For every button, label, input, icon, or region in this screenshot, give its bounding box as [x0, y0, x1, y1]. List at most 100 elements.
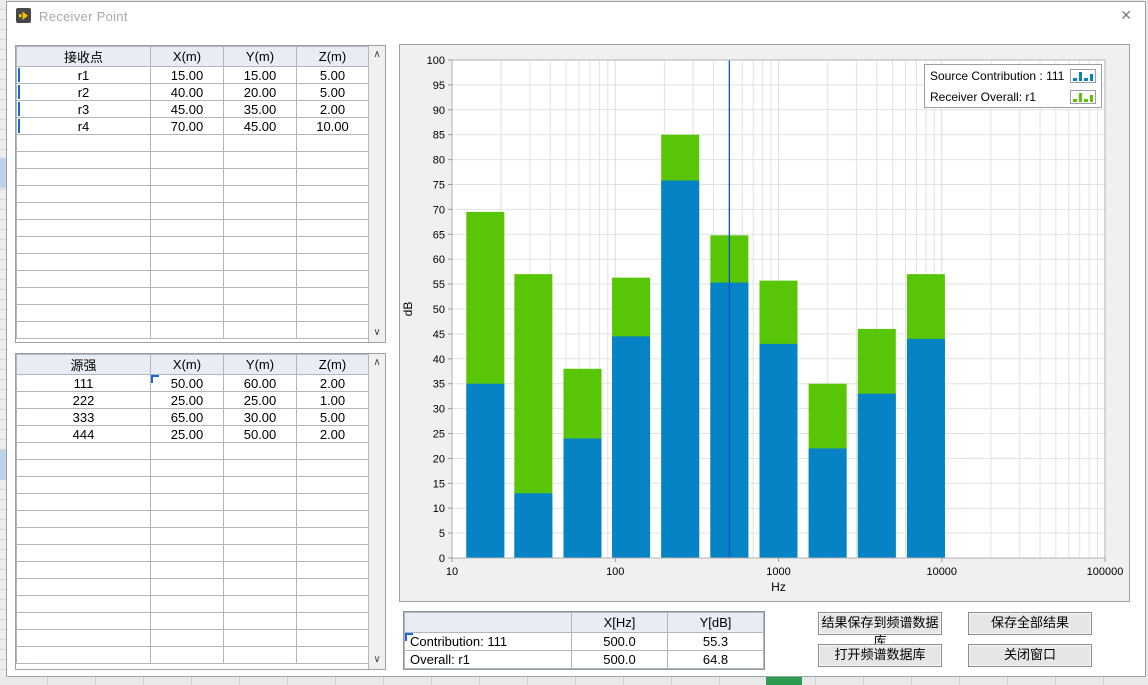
legend-item[interactable]: Receiver Overall: r1 — [925, 86, 1101, 107]
y-tick-label: 40 — [433, 354, 445, 366]
scroll-up-icon[interactable]: ∧ — [369, 358, 385, 368]
table-cell[interactable]: 500.0 — [572, 651, 668, 669]
y-tick-label: 85 — [433, 130, 445, 142]
table-cell — [224, 630, 297, 647]
table-cell[interactable]: 10.00 — [297, 118, 369, 135]
table-cell[interactable]: 70.00 — [151, 118, 224, 135]
y-tick-label: 25 — [433, 429, 445, 441]
table-cell[interactable]: 15.00 — [224, 67, 297, 84]
table-row: Contribution: 111500.055.3 — [405, 633, 764, 651]
table-cell[interactable]: 2.00 — [297, 375, 369, 392]
row-selection-marker — [18, 85, 20, 99]
table-cell[interactable]: Overall: r1 — [405, 651, 572, 669]
table-cell — [297, 545, 369, 562]
table-cell — [297, 203, 369, 220]
table-cell[interactable]: 35.00 — [224, 101, 297, 118]
table-row: 11150.0060.002.00 — [17, 375, 369, 392]
receiver-table: 接收点X(m)Y(m)Z(m)r115.0015.005.00r240.0020… — [16, 46, 369, 339]
table-cell[interactable]: 2.00 — [297, 426, 369, 443]
save-all-results-button[interactable]: 保存全部结果 — [968, 612, 1092, 635]
chart-panel: 0510152025303540455055606570758085909510… — [399, 44, 1130, 602]
table-cell[interactable]: 65.00 — [151, 409, 224, 426]
column-header — [405, 613, 572, 633]
table-cell[interactable]: r1 — [17, 67, 151, 84]
y-tick-label: 65 — [433, 229, 445, 241]
table-cell[interactable]: 55.3 — [668, 633, 764, 651]
table-cell — [151, 545, 224, 562]
spectrum-chart[interactable]: 0510152025303540455055606570758085909510… — [400, 45, 1129, 601]
table-cell[interactable]: r2 — [17, 84, 151, 101]
table-cell[interactable]: 50.00 — [151, 375, 224, 392]
y-tick-label: 50 — [433, 304, 445, 316]
column-header: 源强 — [17, 355, 151, 375]
table-cell[interactable]: 45.00 — [151, 101, 224, 118]
open-spectrum-db-button[interactable]: 打开频谱数据库 — [818, 644, 942, 667]
table-cell[interactable]: 30.00 — [224, 409, 297, 426]
legend-item[interactable]: Source Contribution : 111 — [925, 65, 1101, 86]
table-cell — [151, 579, 224, 596]
table-cell[interactable]: 25.00 — [224, 392, 297, 409]
table-cell[interactable]: 45.00 — [224, 118, 297, 135]
table-cell[interactable]: 5.00 — [297, 67, 369, 84]
table-cell — [297, 647, 369, 664]
cursor-readout-table: X[Hz]Y[dB]Contribution: 111500.055.3Over… — [404, 612, 764, 669]
table-cell — [17, 203, 151, 220]
scroll-down-icon[interactable]: ∨ — [369, 328, 385, 338]
table-cell — [297, 254, 369, 271]
legend-mini-bar — [1084, 99, 1088, 102]
table-cell[interactable]: 15.00 — [151, 67, 224, 84]
scroll-up-icon[interactable]: ∧ — [369, 50, 385, 60]
table-empty-row — [17, 305, 369, 322]
table-cell — [224, 271, 297, 288]
table-cell — [224, 288, 297, 305]
column-header: X(m) — [151, 47, 224, 67]
table-cell — [17, 254, 151, 271]
table-cell[interactable]: 222 — [17, 392, 151, 409]
table-cell — [224, 613, 297, 630]
table-cell — [297, 477, 369, 494]
table-cell — [224, 254, 297, 271]
table-cell[interactable]: 111 — [17, 375, 151, 392]
table-cell[interactable]: 64.8 — [668, 651, 764, 669]
table-cell[interactable]: 20.00 — [224, 84, 297, 101]
table-cell[interactable]: 25.00 — [151, 426, 224, 443]
table-cell — [297, 528, 369, 545]
table-cell — [224, 220, 297, 237]
scroll-down-icon[interactable]: ∨ — [369, 655, 385, 665]
close-icon[interactable]: ✕ — [1120, 7, 1132, 24]
table-cell[interactable]: 25.00 — [151, 392, 224, 409]
bar-contribution — [760, 344, 798, 558]
source-table-scrollbar[interactable]: ∧ ∨ — [368, 354, 385, 669]
table-cell — [151, 460, 224, 477]
table-cell[interactable]: 1.00 — [297, 392, 369, 409]
row-selection-marker — [18, 68, 20, 82]
y-tick-label: 60 — [433, 254, 445, 266]
column-header: 接收点 — [17, 47, 151, 67]
table-cell[interactable]: 50.00 — [224, 426, 297, 443]
table-cell[interactable]: 444 — [17, 426, 151, 443]
table-cell[interactable]: 2.00 — [297, 101, 369, 118]
table-cell[interactable]: 60.00 — [224, 375, 297, 392]
x-tick-label: 100 — [606, 566, 624, 578]
table-cell[interactable]: Contribution: 111 — [405, 633, 572, 651]
close-window-button[interactable]: 关闭窗口 — [968, 644, 1092, 667]
table-cell — [297, 494, 369, 511]
table-cell[interactable]: 5.00 — [297, 409, 369, 426]
table-cell[interactable]: 40.00 — [151, 84, 224, 101]
receiver-table-scrollbar[interactable]: ∧ ∨ — [368, 46, 385, 342]
save-to-spectrum-db-button[interactable]: 结果保存到频谱数据库 — [818, 612, 942, 635]
table-cell — [151, 135, 224, 152]
legend-label: Receiver Overall: r1 — [930, 90, 1036, 104]
table-cell — [297, 596, 369, 613]
table-cell — [297, 237, 369, 254]
table-cell[interactable]: 500.0 — [572, 633, 668, 651]
table-cell[interactable]: r4 — [17, 118, 151, 135]
table-row: r345.0035.002.00 — [17, 101, 369, 118]
table-cell[interactable]: 5.00 — [297, 84, 369, 101]
y-tick-label: 15 — [433, 478, 445, 490]
cursor-readout-panel: X[Hz]Y[dB]Contribution: 111500.055.3Over… — [403, 611, 765, 670]
table-cell[interactable]: r3 — [17, 101, 151, 118]
header-row: 源强X(m)Y(m)Z(m) — [17, 355, 369, 375]
table-cell[interactable]: 333 — [17, 409, 151, 426]
table-cell — [17, 322, 151, 339]
